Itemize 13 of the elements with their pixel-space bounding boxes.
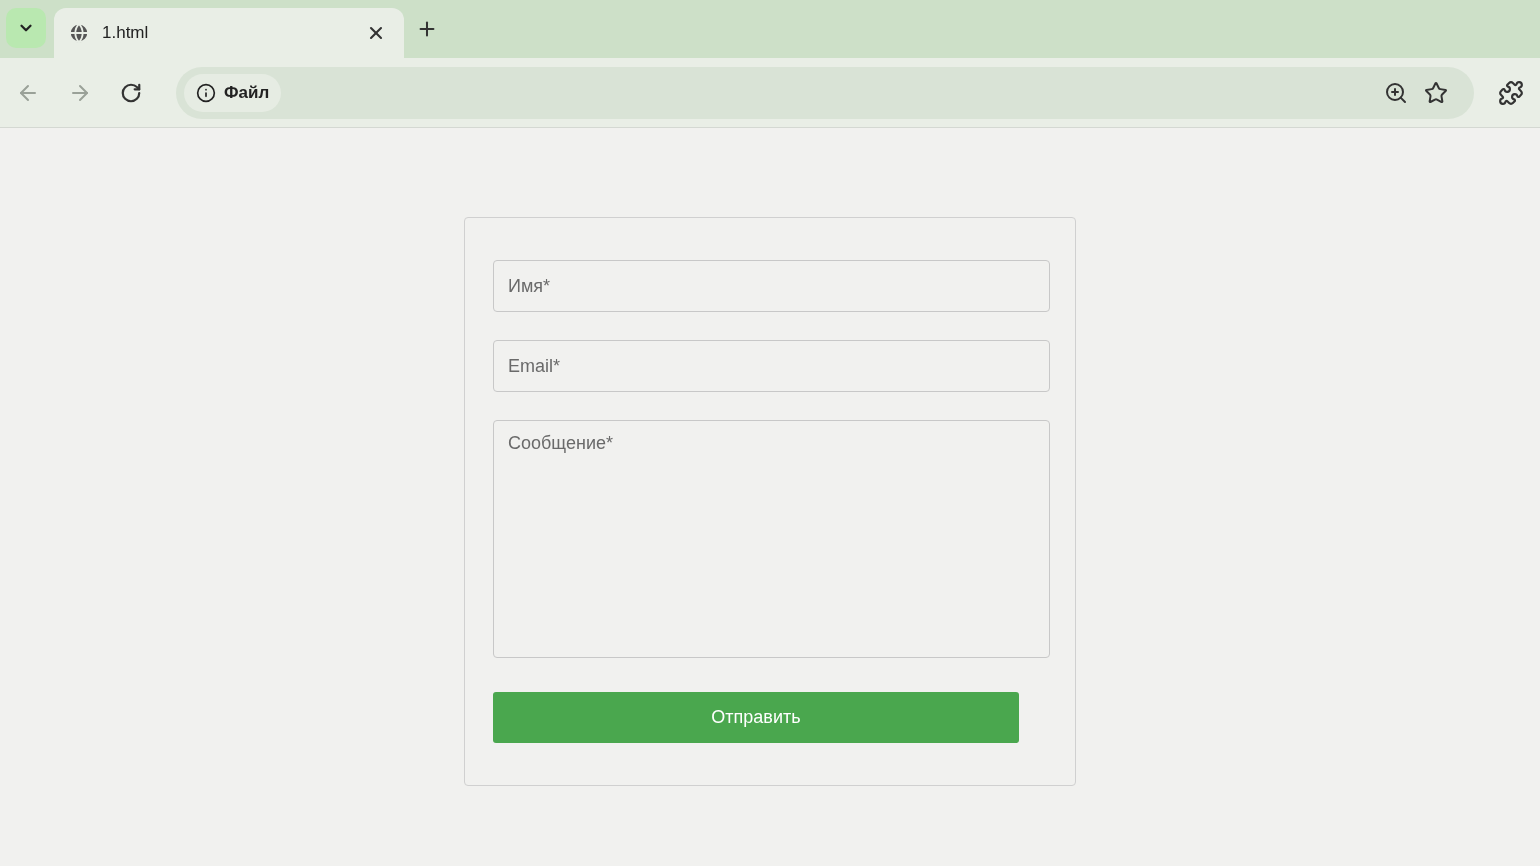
info-icon bbox=[196, 82, 216, 103]
tab-title: 1.html bbox=[102, 23, 150, 43]
star-icon bbox=[1424, 80, 1448, 105]
site-info-button[interactable]: Файл bbox=[184, 73, 282, 112]
zoom-in-icon bbox=[1384, 80, 1408, 105]
browser-tab[interactable]: 1.html bbox=[54, 8, 404, 58]
input-field[interactable]: Имя* bbox=[493, 260, 1050, 312]
reload-icon bbox=[120, 81, 142, 104]
input-field[interactable]: Email* bbox=[493, 340, 1050, 392]
address-bar[interactable]: Файл bbox=[176, 66, 1474, 119]
message-field[interactable]: Сообщение* bbox=[493, 420, 1050, 658]
puzzle-icon bbox=[1498, 79, 1524, 106]
globe-icon bbox=[68, 22, 90, 44]
